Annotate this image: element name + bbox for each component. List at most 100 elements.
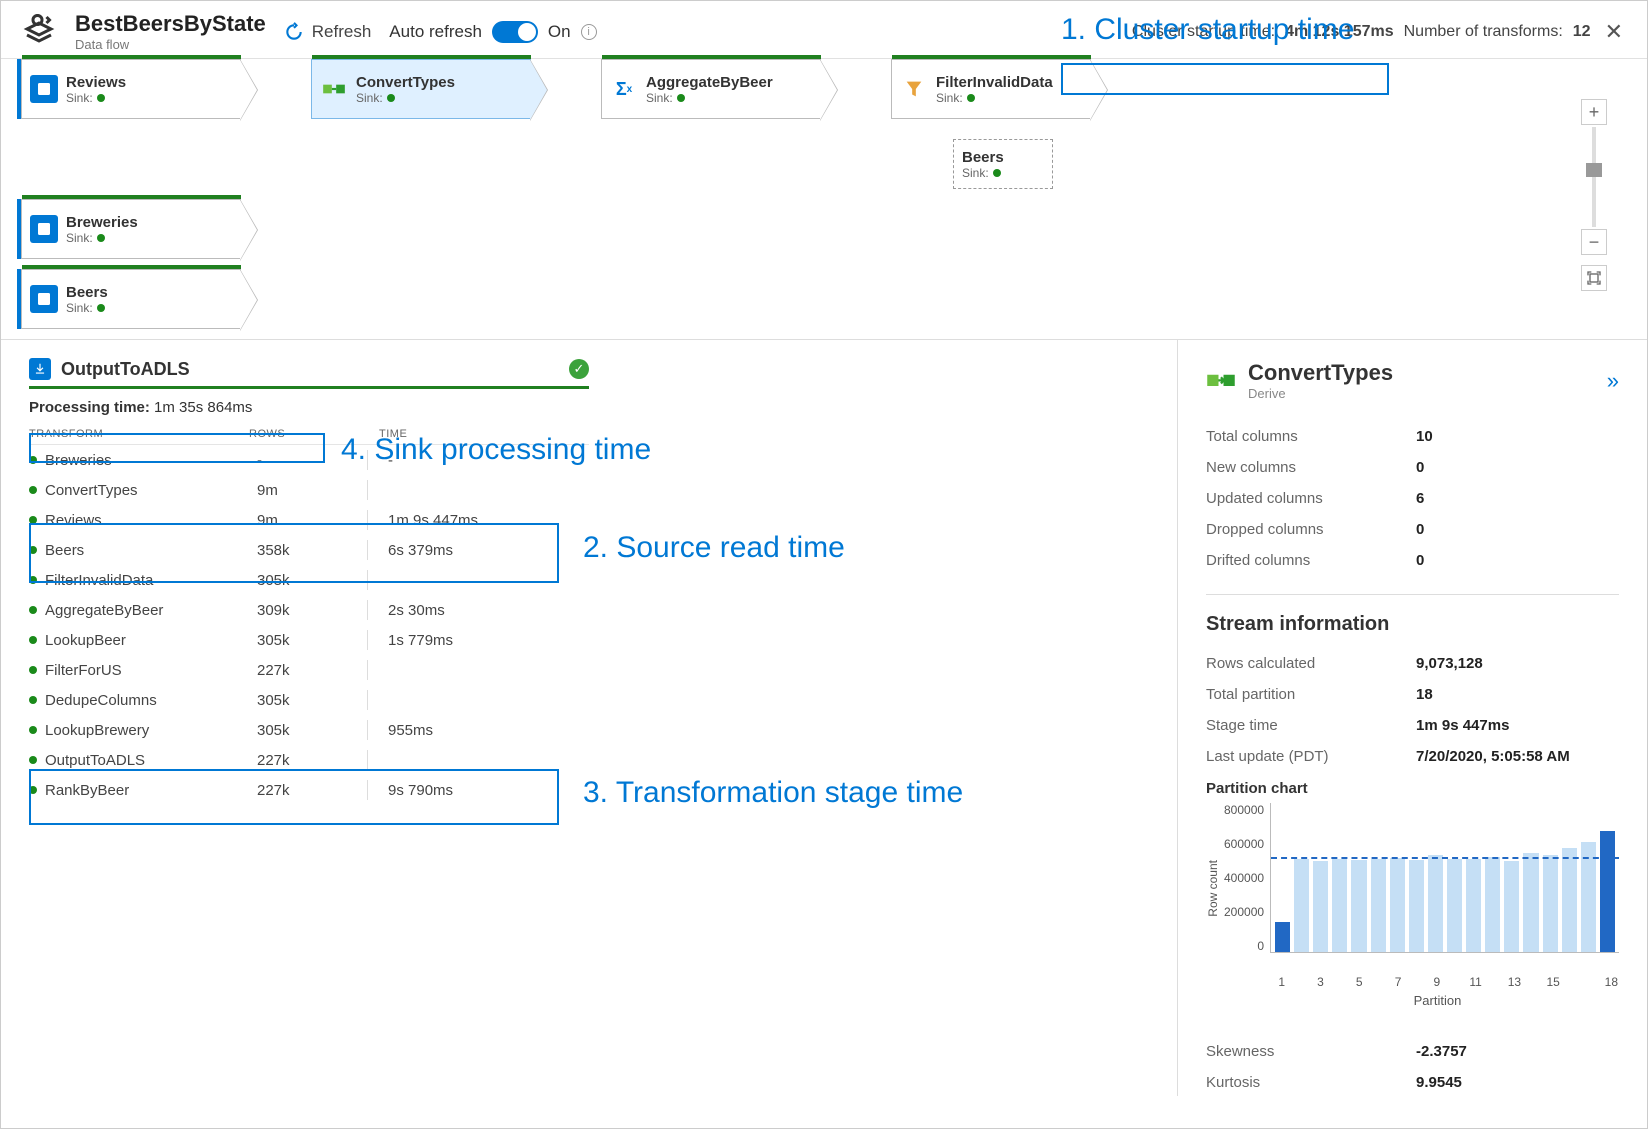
auto-refresh-group: Auto refresh On i (389, 21, 596, 43)
chart-bar (1294, 859, 1309, 952)
detail-subtitle: Derive (1248, 386, 1393, 401)
table-row[interactable]: RankByBeer227k9s 790ms (29, 775, 589, 805)
node-sink-status: Sink: (66, 231, 138, 245)
kv-row: Skewness-2.3757 (1206, 1036, 1619, 1067)
partition-chart: Partition chart Row count 800000 600000 … (1206, 780, 1619, 1008)
dataflow-canvas[interactable]: Reviews Sink: ConvertTypes Sink: Σx Aggr… (1, 59, 1647, 339)
table-row[interactable]: Breweries-- (29, 445, 589, 475)
chart-y-label: Row count (1206, 860, 1220, 917)
chart-bar (1351, 860, 1366, 952)
detail-header: ConvertTypes Derive » (1206, 360, 1619, 401)
node-name: Beers (66, 284, 108, 301)
auto-refresh-label: Auto refresh (389, 22, 482, 42)
zoom-out-button[interactable]: − (1581, 229, 1607, 255)
zoom-in-button[interactable]: + (1581, 99, 1607, 125)
col-time: TIME (379, 428, 589, 440)
node-sink-status: Sink: (66, 301, 108, 315)
auto-refresh-toggle[interactable] (492, 21, 538, 43)
annotation-3: 3. Transformation stage time (583, 776, 963, 810)
chart-bar (1504, 861, 1519, 952)
kv-row: New columns0 (1206, 452, 1619, 483)
page-title: BestBeersByState (75, 11, 266, 37)
node-converttypes[interactable]: ConvertTypes Sink: (311, 59, 531, 119)
success-icon: ✓ (569, 359, 589, 379)
node-name: Beers (962, 149, 1004, 166)
chart-bar (1523, 853, 1538, 952)
node-name: ConvertTypes (356, 74, 455, 91)
chart-bar (1543, 855, 1558, 952)
zoom-control: + − (1579, 99, 1609, 291)
chart-bar (1485, 857, 1500, 952)
node-sink-status: Sink: (646, 91, 773, 105)
node-aggregatebybeer[interactable]: Σx AggregateByBeer Sink: (601, 59, 821, 119)
chart-bar (1275, 922, 1290, 952)
detail-title: ConvertTypes (1248, 360, 1393, 386)
table-row[interactable]: DedupeColumns305k (29, 685, 589, 715)
chart-bar (1390, 858, 1405, 952)
zoom-slider[interactable] (1592, 127, 1596, 227)
annotation-2: 2. Source read time (583, 531, 845, 565)
detail-panel: ConvertTypes Derive » Total columns10New… (1177, 340, 1647, 1096)
chart-x-axis: 1357911131518 (1206, 975, 1619, 989)
header-title-block: BestBeersByState Data flow (75, 11, 266, 52)
fit-to-screen-button[interactable] (1581, 265, 1607, 291)
node-breweries[interactable]: Breweries Sink: (21, 199, 241, 259)
refresh-label: Refresh (312, 22, 372, 42)
sink-header: OutputToADLS ✓ (29, 358, 589, 380)
node-filterinvaliddata[interactable]: FilterInvalidData Sink: (891, 59, 1091, 119)
kv-row: Drifted columns0 (1206, 545, 1619, 576)
table-row[interactable]: OutputToADLS227k (29, 745, 589, 775)
chart-bar (1562, 848, 1577, 952)
node-name: AggregateByBeer (646, 74, 773, 91)
info-icon[interactable]: i (581, 24, 597, 40)
source-icon (30, 285, 58, 313)
close-icon[interactable]: ✕ (1601, 19, 1627, 45)
filter-icon (900, 75, 928, 103)
transforms-label: Number of transforms: (1404, 23, 1563, 41)
sink-icon (29, 358, 51, 380)
table-row[interactable]: Reviews9m1m 9s 447ms (29, 505, 589, 535)
transforms-value: 12 (1573, 23, 1591, 41)
page-subtitle: Data flow (75, 37, 266, 52)
chart-bar (1466, 859, 1481, 952)
header-bar: BestBeersByState Data flow Refresh Auto … (1, 1, 1647, 59)
table-row[interactable]: LookupBrewery305k955ms (29, 715, 589, 745)
table-row[interactable]: AggregateByBeer309k2s 30ms (29, 595, 589, 625)
refresh-icon (284, 22, 304, 42)
transform-time-table: TRANSFORM ROWS TIME Breweries--ConvertTy… (29, 428, 589, 805)
node-reviews[interactable]: Reviews Sink: (21, 59, 241, 119)
node-beers[interactable]: Beers Sink: (21, 269, 241, 329)
chart-bar (1371, 859, 1386, 952)
source-icon (30, 75, 58, 103)
node-name: Reviews (66, 74, 126, 91)
dataflow-icon (21, 14, 57, 50)
chart-title: Partition chart (1206, 780, 1619, 797)
node-beers-placeholder[interactable]: Beers Sink: (953, 139, 1053, 189)
sink-title: OutputToADLS (61, 359, 190, 380)
node-name: FilterInvalidData (936, 74, 1053, 91)
cluster-startup-label: Cluster startup time: (1132, 23, 1275, 41)
table-row[interactable]: FilterInvalidData305k (29, 565, 589, 595)
expand-icon[interactable]: » (1607, 368, 1619, 394)
derive-icon (1206, 366, 1236, 396)
table-row[interactable]: Beers358k6s 379ms (29, 535, 589, 565)
node-sink-status: Sink: (936, 91, 1053, 105)
table-row[interactable]: FilterForUS227k (29, 655, 589, 685)
kv-row: Kurtosis9.9545 (1206, 1067, 1619, 1096)
kv-row: Updated columns6 (1206, 483, 1619, 514)
node-name: Breweries (66, 214, 138, 231)
processing-time: Processing time: 1m 35s 864ms (29, 399, 589, 416)
chart-bar (1409, 860, 1424, 952)
main-split: OutputToADLS ✓ Processing time: 1m 35s 8… (1, 339, 1647, 1096)
source-icon (30, 215, 58, 243)
chart-bar (1447, 859, 1462, 952)
sink-panel: OutputToADLS ✓ Processing time: 1m 35s 8… (1, 340, 1177, 1096)
auto-refresh-state: On (548, 22, 571, 42)
refresh-button[interactable]: Refresh (284, 22, 372, 42)
table-row[interactable]: LookupBeer305k1s 779ms (29, 625, 589, 655)
kv-row: Total columns10 (1206, 421, 1619, 452)
node-sink-status: Sink: (66, 91, 126, 105)
chart-y-axis: 800000 600000 400000 200000 0 (1224, 803, 1270, 953)
table-row[interactable]: ConvertTypes9m (29, 475, 589, 505)
chart-bar (1313, 861, 1328, 952)
